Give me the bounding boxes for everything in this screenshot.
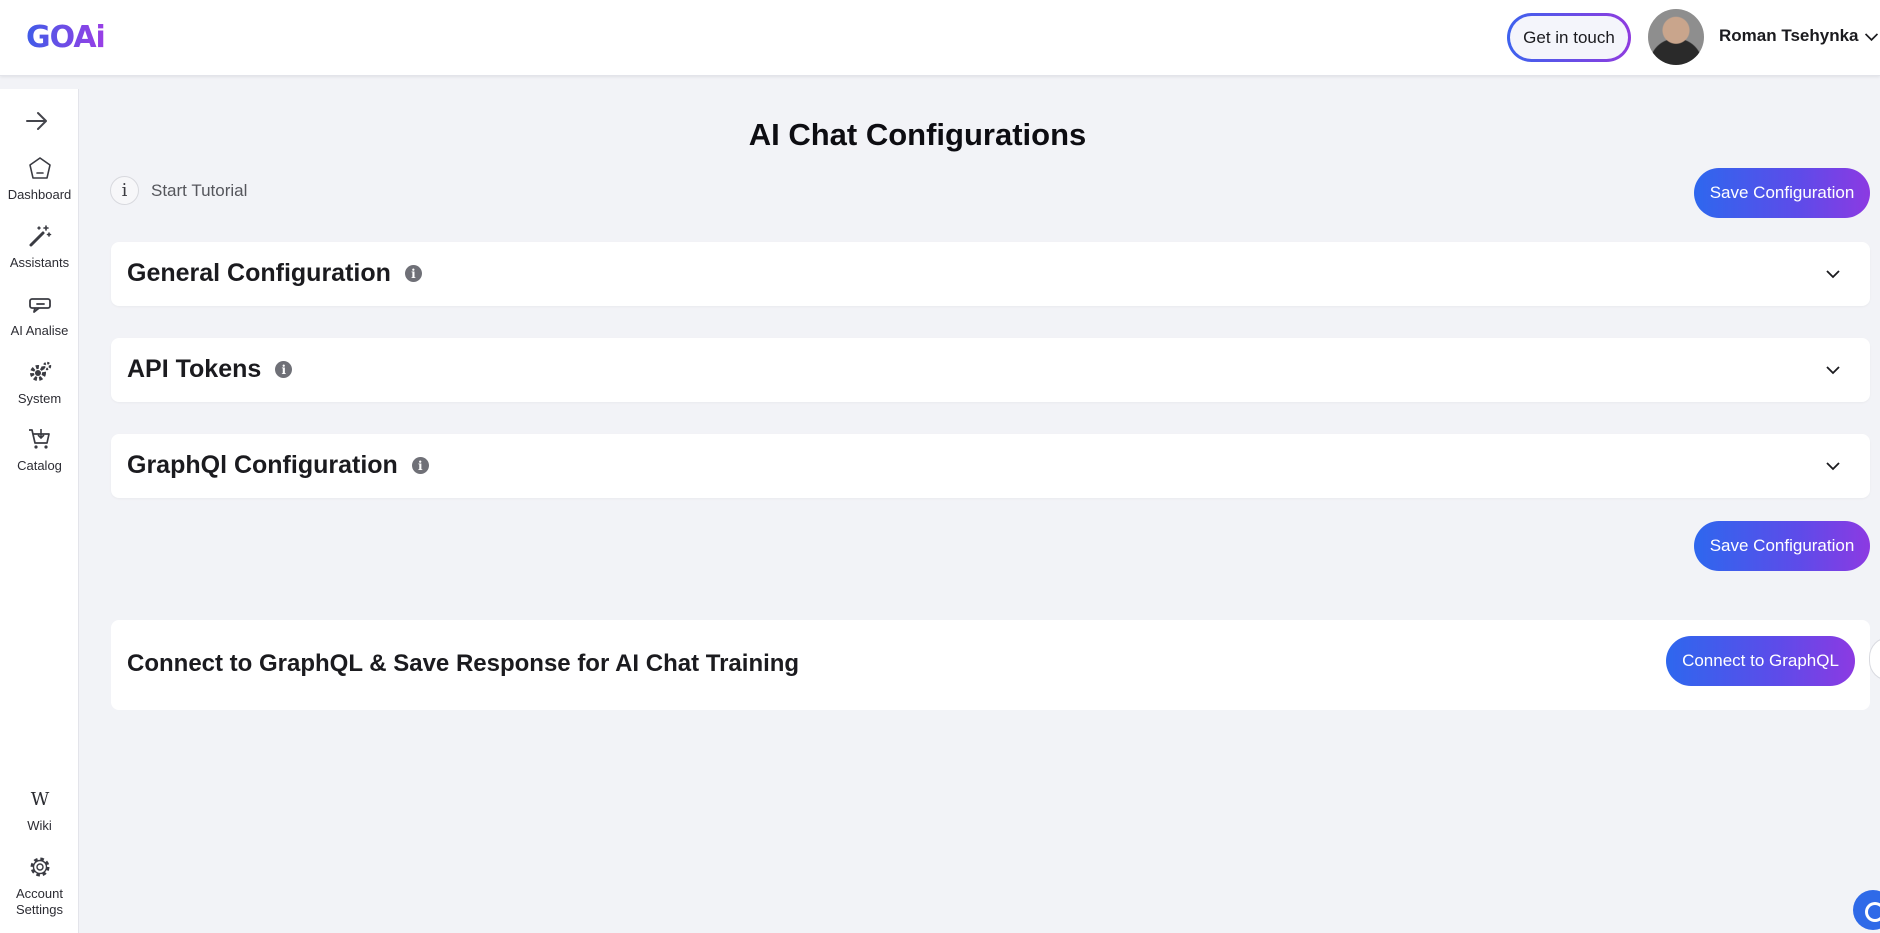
sidebar-item-label: AI Analise xyxy=(10,323,69,338)
start-tutorial-label: Start Tutorial xyxy=(151,180,248,200)
panel-title: API Tokens i xyxy=(127,355,293,384)
panel-title: General Configuration i xyxy=(127,259,422,288)
save-configuration-button[interactable]: Save Configuration xyxy=(1694,168,1870,218)
panel-title: GraphQl Configuration i xyxy=(127,451,429,480)
page-title-text: AI Chat Configurations xyxy=(748,117,1087,152)
chevron-down-icon[interactable] xyxy=(1824,361,1842,379)
save-configuration-button-bottom[interactable]: Save Configuration xyxy=(1694,521,1870,571)
start-tutorial-button[interactable]: i Start Tutorial xyxy=(110,176,247,205)
sidebar-item-label: Catalog xyxy=(17,458,62,473)
gears-icon xyxy=(29,361,51,381)
home-icon xyxy=(28,157,51,179)
arrow-right-icon[interactable] xyxy=(24,108,50,134)
info-icon[interactable]: i xyxy=(404,265,422,282)
chat-widget-icon[interactable] xyxy=(1853,890,1880,930)
panel-title-text: General Configuration xyxy=(127,259,391,287)
chat-analytics-icon xyxy=(28,298,51,313)
gear-icon xyxy=(30,857,49,877)
page-title: AI Chat Configurations xyxy=(79,117,1880,153)
accordion-api-tokens[interactable]: API Tokens i xyxy=(111,338,1870,402)
info-icon[interactable]: i xyxy=(411,457,429,474)
sidebar-item-label: Account Settings xyxy=(16,886,63,917)
sidebar-item-wiki[interactable]: W Wiki xyxy=(0,786,79,834)
info-icon[interactable]: i xyxy=(275,361,293,378)
info-icon: i xyxy=(110,176,139,205)
top-header: GOAi Get in touch Roman Tsehynka xyxy=(0,0,1880,76)
graphql-connect-card: Connect to GraphQL & Save Response for A… xyxy=(111,620,1870,710)
sidebar-item-label: Assistants xyxy=(9,255,70,270)
panel-title-text: GraphQl Configuration xyxy=(127,451,398,479)
sidebar-item-label: Wiki xyxy=(27,818,52,833)
svg-text:W: W xyxy=(30,789,49,810)
connect-to-graphql-button[interactable]: Connect to GraphQL xyxy=(1666,636,1855,686)
panel-title-text: API Tokens xyxy=(127,355,262,383)
sidebar-item-system[interactable]: System xyxy=(0,359,79,407)
sidebar-item-label: Dashboard xyxy=(7,187,72,202)
goai-logo[interactable]: GOAi xyxy=(26,18,116,56)
sidebar-item-dashboard[interactable]: Dashboard xyxy=(0,155,79,203)
sidebar: Dashboard Assistants AI Analise System C… xyxy=(0,89,79,933)
cart-icon xyxy=(28,429,50,449)
magic-wand-icon xyxy=(29,225,51,247)
sidebar-item-label: System xyxy=(17,391,62,406)
graphql-card-title: Connect to GraphQL & Save Response for A… xyxy=(127,650,800,677)
chevron-down-icon[interactable] xyxy=(1824,457,1842,475)
accordion-general-configuration[interactable]: General Configuration i xyxy=(111,242,1870,306)
chevron-down-icon[interactable] xyxy=(1863,28,1880,45)
accordion-graphql-configuration[interactable]: GraphQl Configuration i xyxy=(111,434,1870,498)
logo-text: GOAi xyxy=(26,19,106,55)
user-name[interactable]: Roman Tsehynka xyxy=(1719,26,1859,46)
wikipedia-icon: W xyxy=(30,789,49,810)
chevron-down-icon[interactable] xyxy=(1824,265,1842,283)
get-in-touch-button[interactable]: Get in touch xyxy=(1507,13,1631,62)
sidebar-item-catalog[interactable]: Catalog xyxy=(0,426,79,474)
sidebar-item-assistants[interactable]: Assistants xyxy=(0,223,79,271)
sidebar-item-account-settings[interactable]: Account Settings xyxy=(0,854,79,918)
side-drawer-handle[interactable] xyxy=(1869,637,1880,681)
sidebar-item-ai-analise[interactable]: AI Analise xyxy=(0,291,79,339)
avatar[interactable] xyxy=(1648,9,1704,65)
